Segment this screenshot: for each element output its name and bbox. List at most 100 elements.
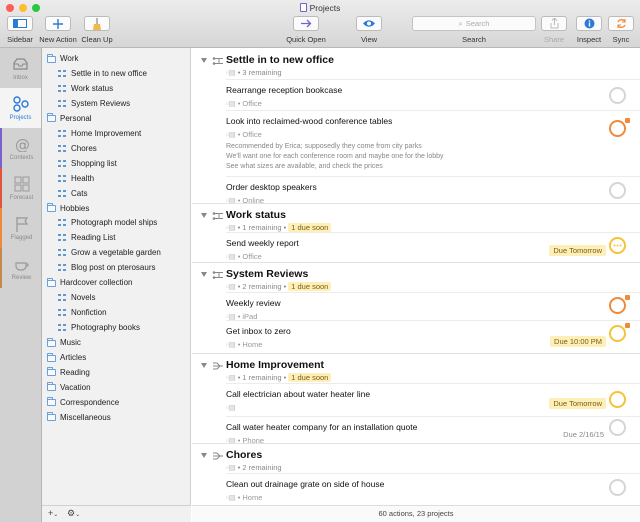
sidebar-project-work-status[interactable]: Work status (58, 82, 113, 96)
project-header[interactable]: Work status ▫▤ • 1 remaining • 1 due soon (192, 203, 640, 233)
sidebar-project-cats[interactable]: Cats (58, 187, 87, 201)
project-header[interactable]: Home Improvement ▫▤ • 1 remaining • 1 due soo… (192, 353, 640, 383)
sidebar-project-nonfiction[interactable]: Nonfiction (58, 306, 107, 320)
sidebar-project-system-reviews[interactable]: System Reviews (58, 97, 130, 111)
search-area: ⌕ Search Search (412, 15, 536, 44)
inspect-button[interactable]: Inspect (574, 15, 604, 44)
sidebar-row-label: Reading List (71, 233, 116, 243)
sidebar-project-photography-books[interactable]: Photography books (58, 321, 140, 335)
new-action-button[interactable]: New Action (39, 15, 77, 44)
sidebar-row-label: Shopping list (71, 158, 117, 168)
action-context: ▫▤ • Office (226, 130, 262, 139)
sidebar-project-shopping-list[interactable]: Shopping list (58, 157, 117, 171)
perspective-flagged[interactable]: Flagged (0, 208, 41, 248)
completion-checkbox[interactable] (609, 297, 626, 314)
parallel-project-icon (212, 452, 224, 460)
project-header[interactable]: System Reviews ▫▤ • 2 remaining • 1 due soon (192, 262, 640, 292)
completion-checkbox[interactable] (609, 182, 626, 199)
sidebar-folder-articles[interactable]: Articles (47, 351, 86, 365)
sidebar-folder-hobbies[interactable]: Hobbies (47, 202, 89, 216)
search-input[interactable]: ⌕ Search (412, 16, 536, 31)
action-row[interactable]: Call water heater company for an install… (226, 416, 640, 445)
folder-icon (47, 412, 56, 422)
note-icon: ▫▤ (226, 493, 236, 502)
action-row[interactable]: Weekly review ▫▤ • iPad (226, 292, 640, 321)
sidebar-row-label: Work (60, 54, 79, 63)
sidebar-project-reading-list[interactable]: Reading List (58, 231, 115, 245)
clean-up-label: Clean Up (81, 35, 113, 44)
project-icon (58, 174, 66, 183)
sidebar-folder-vacation[interactable]: Vacation (47, 381, 91, 395)
project-title: Settle in to new office (226, 54, 334, 66)
settings-button[interactable]: ⚙⌄ (67, 508, 80, 519)
perspective-label: Flagged (10, 235, 33, 241)
project-status: ▫▤ • 1 remaining • 1 due soon (226, 223, 332, 232)
action-row[interactable]: Send weekly report ▫▤ • Office Due Tomorrow (226, 232, 640, 262)
view-label: View (360, 35, 378, 44)
clean-up-button[interactable]: Clean Up (81, 15, 113, 44)
action-row[interactable]: Look into reclaimed-wood conference tabl… (226, 110, 640, 176)
completion-checkbox[interactable] (609, 325, 626, 342)
view-button[interactable]: View (355, 15, 383, 44)
action-title: Call water heater company for an install… (226, 422, 418, 432)
sidebar-project-health[interactable]: Health (58, 172, 94, 186)
perspective-forecast[interactable]: Forecast (0, 168, 41, 208)
search-placeholder: Search (465, 19, 490, 28)
completion-checkbox[interactable] (609, 391, 626, 408)
separator-dot: • (237, 99, 241, 108)
action-row[interactable]: Order desktop speakers ▫▤ • Online (226, 176, 640, 205)
quick-open-button[interactable]: Quick Open (284, 15, 328, 44)
disclosure-triangle[interactable] (201, 272, 207, 277)
parallel-project-icon (212, 362, 224, 370)
project-header[interactable]: Settle in to new office ▫▤ • 3 remaining (192, 49, 640, 79)
action-row[interactable]: Get inbox to zero ▫▤ • Home Due 10:00 PM (226, 320, 640, 353)
perspective-projects[interactable]: Projects (0, 88, 41, 128)
completion-checkbox[interactable] (609, 479, 626, 496)
sidebar-project-photograph-model-ships[interactable]: Photograph model ships (58, 216, 157, 230)
project-icon (58, 69, 66, 78)
action-row[interactable]: Call electrician about water heater line… (226, 383, 640, 416)
sidebar-folder-work[interactable]: Work (47, 52, 79, 66)
sidebar-folder-hardcover-collection[interactable]: Hardcover collection (47, 276, 132, 290)
perspective-label: Review (11, 275, 32, 281)
perspective-contexts[interactable]: @ Contexts (0, 128, 41, 168)
share-button[interactable]: Share (541, 15, 567, 44)
sidebar-project-grow-a-vegetable-garden[interactable]: Grow a vegetable garden (58, 246, 161, 260)
sidebar-row-label: Health (71, 173, 95, 183)
completion-checkbox[interactable] (609, 237, 626, 254)
inbox-icon (13, 56, 29, 72)
context-name: Office (242, 99, 262, 108)
disclosure-triangle[interactable] (201, 58, 207, 63)
sidebar-folder-personal[interactable]: Personal (47, 112, 92, 126)
sidebar-project-chores[interactable]: Chores (58, 142, 97, 156)
remaining-count: 2 remaining (242, 282, 282, 291)
disclosure-triangle[interactable] (201, 363, 207, 368)
perspective-inbox[interactable]: Inbox (0, 48, 41, 88)
perspective-label: Forecast (9, 195, 34, 201)
note-icon: ▫▤ (226, 463, 236, 472)
sidebar-project-blog-post-on-pterosaurs[interactable]: Blog post on pterosaurs (58, 261, 156, 275)
perspective-review[interactable]: Review (0, 248, 41, 288)
sidebar-row-label: Settle in to new office (71, 68, 147, 78)
action-row[interactable]: Rearrange reception bookcase ▫▤ • Office (226, 79, 640, 110)
sync-label: Sync (612, 35, 630, 44)
separator-dot: • (237, 282, 241, 291)
completion-checkbox[interactable] (609, 120, 626, 137)
sync-button[interactable]: Sync (608, 15, 634, 44)
disclosure-triangle[interactable] (201, 453, 207, 458)
disclosure-triangle[interactable] (201, 213, 207, 218)
completion-checkbox[interactable] (609, 419, 626, 436)
action-row[interactable]: Clean out drainage grate on side of hous… (226, 473, 640, 502)
sidebar-folder-reading[interactable]: Reading (47, 366, 90, 380)
sidebar-project-home-improvement[interactable]: Home Improvement (58, 127, 141, 141)
sidebar-project-novels[interactable]: Novels (58, 291, 95, 305)
sidebar-folder-correspondence[interactable]: Correspondence (47, 396, 119, 410)
sidebar-folder-music[interactable]: Music (47, 336, 81, 350)
sidebar-project-settle-in-to-new-office[interactable]: Settle in to new office (58, 67, 147, 81)
sidebar-button[interactable]: Sidebar (5, 15, 35, 44)
sidebar-folder-miscellaneous[interactable]: Miscellaneous (47, 411, 111, 425)
project-header[interactable]: Chores ▫▤ • 2 remaining (192, 443, 640, 473)
add-folder-button[interactable]: +⌄ (48, 508, 58, 518)
separator-dot: • (237, 68, 241, 77)
completion-checkbox[interactable] (609, 87, 626, 104)
